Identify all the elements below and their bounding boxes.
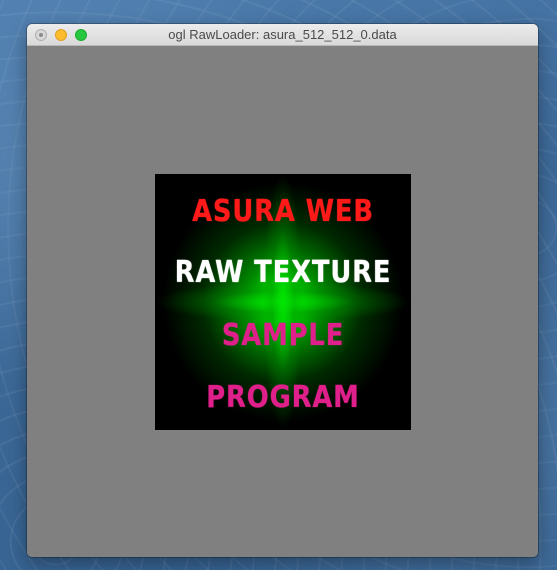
window-title: ogl RawLoader: asura_512_512_0.data	[168, 27, 397, 42]
title-bar[interactable]: ogl RawLoader: asura_512_512_0.data	[27, 24, 538, 46]
texture-text-line-3: SAMPLE	[221, 318, 345, 353]
texture-text-line-4: PROGRAM	[206, 380, 360, 415]
close-icon	[39, 33, 43, 37]
zoom-button[interactable]	[75, 29, 87, 41]
close-button[interactable]	[35, 29, 47, 41]
raw-texture-image: ASURA WEB RAW TEXTURE SAMPLE PROGRAM	[155, 174, 411, 430]
app-window: ogl RawLoader: asura_512_512_0.data ASUR…	[27, 24, 538, 557]
texture-text-line-1: ASURA WEB	[192, 194, 374, 229]
minimize-button[interactable]	[55, 29, 67, 41]
texture-text-line-2: RAW TEXTURE	[174, 255, 392, 290]
gl-viewport[interactable]: ASURA WEB RAW TEXTURE SAMPLE PROGRAM	[27, 46, 538, 557]
